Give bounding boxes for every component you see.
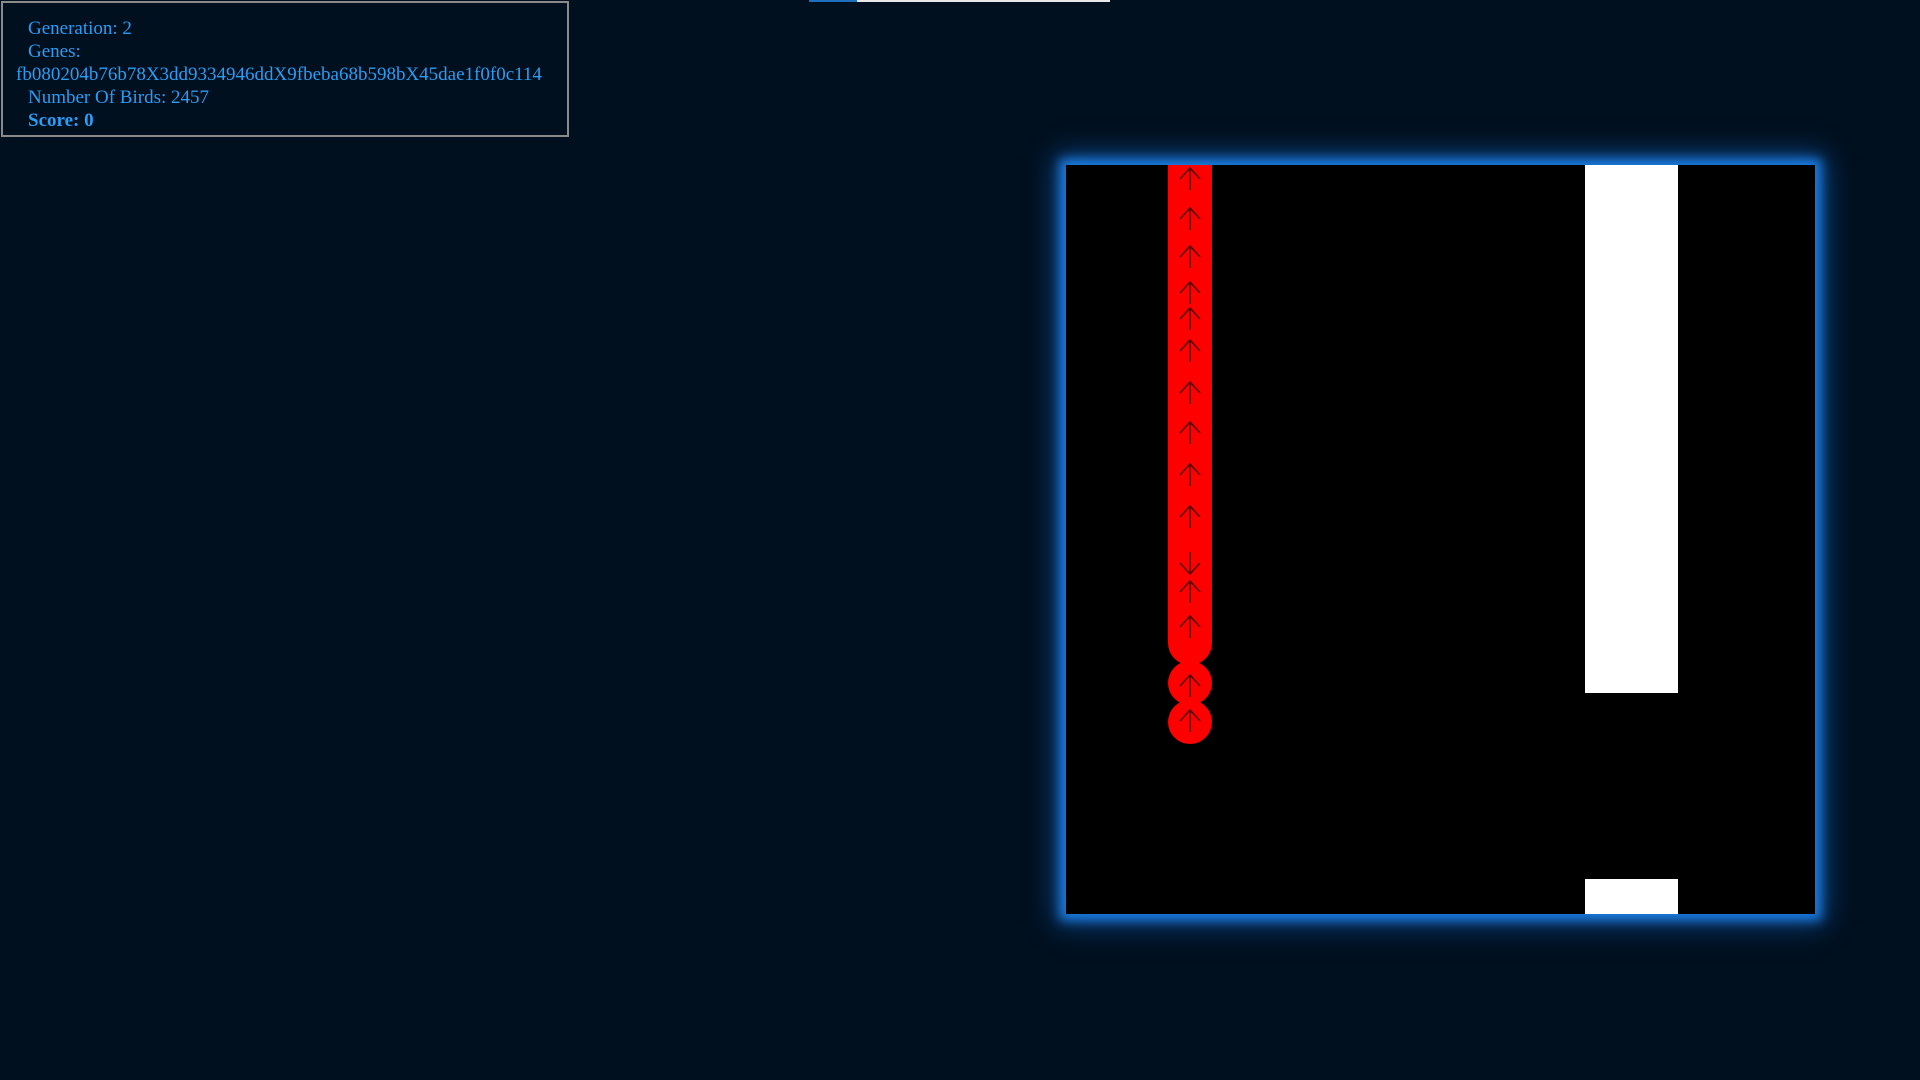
game-canvas[interactable] <box>1066 165 1815 914</box>
score-label: Score: 0 <box>28 110 94 131</box>
arrow-up-icon <box>1179 708 1201 732</box>
stats-panel: Generation: 2 Genes: fb080204b76b78X3dd9… <box>1 1 569 137</box>
arrow-up-icon <box>1179 244 1201 268</box>
arrow-up-icon <box>1179 673 1201 697</box>
arrow-up-icon <box>1179 579 1201 603</box>
top-progress-bar <box>809 0 1110 2</box>
arrow-up-icon <box>1179 166 1201 190</box>
arrow-up-icon <box>1179 280 1201 304</box>
arrow-up-icon <box>1179 614 1201 638</box>
arrow-up-icon <box>1179 504 1201 528</box>
generation-label: Generation: 2 <box>28 18 132 39</box>
top-progress-fill <box>809 0 858 2</box>
birds-count-label: Number Of Birds: 2457 <box>28 87 210 108</box>
arrow-up-icon <box>1179 380 1201 404</box>
arrow-up-icon <box>1179 338 1201 362</box>
direction-arrows <box>1179 166 1201 732</box>
arrow-down-icon <box>1179 552 1201 576</box>
genes-value: fb080204b76b78X3dd9334946ddX9fbeba68b598… <box>16 64 542 85</box>
arrow-up-icon <box>1179 420 1201 444</box>
arrow-up-icon <box>1179 462 1201 486</box>
arrow-up-icon <box>1179 206 1201 230</box>
genes-label: Genes: <box>28 41 81 62</box>
arrow-up-icon <box>1179 306 1201 330</box>
